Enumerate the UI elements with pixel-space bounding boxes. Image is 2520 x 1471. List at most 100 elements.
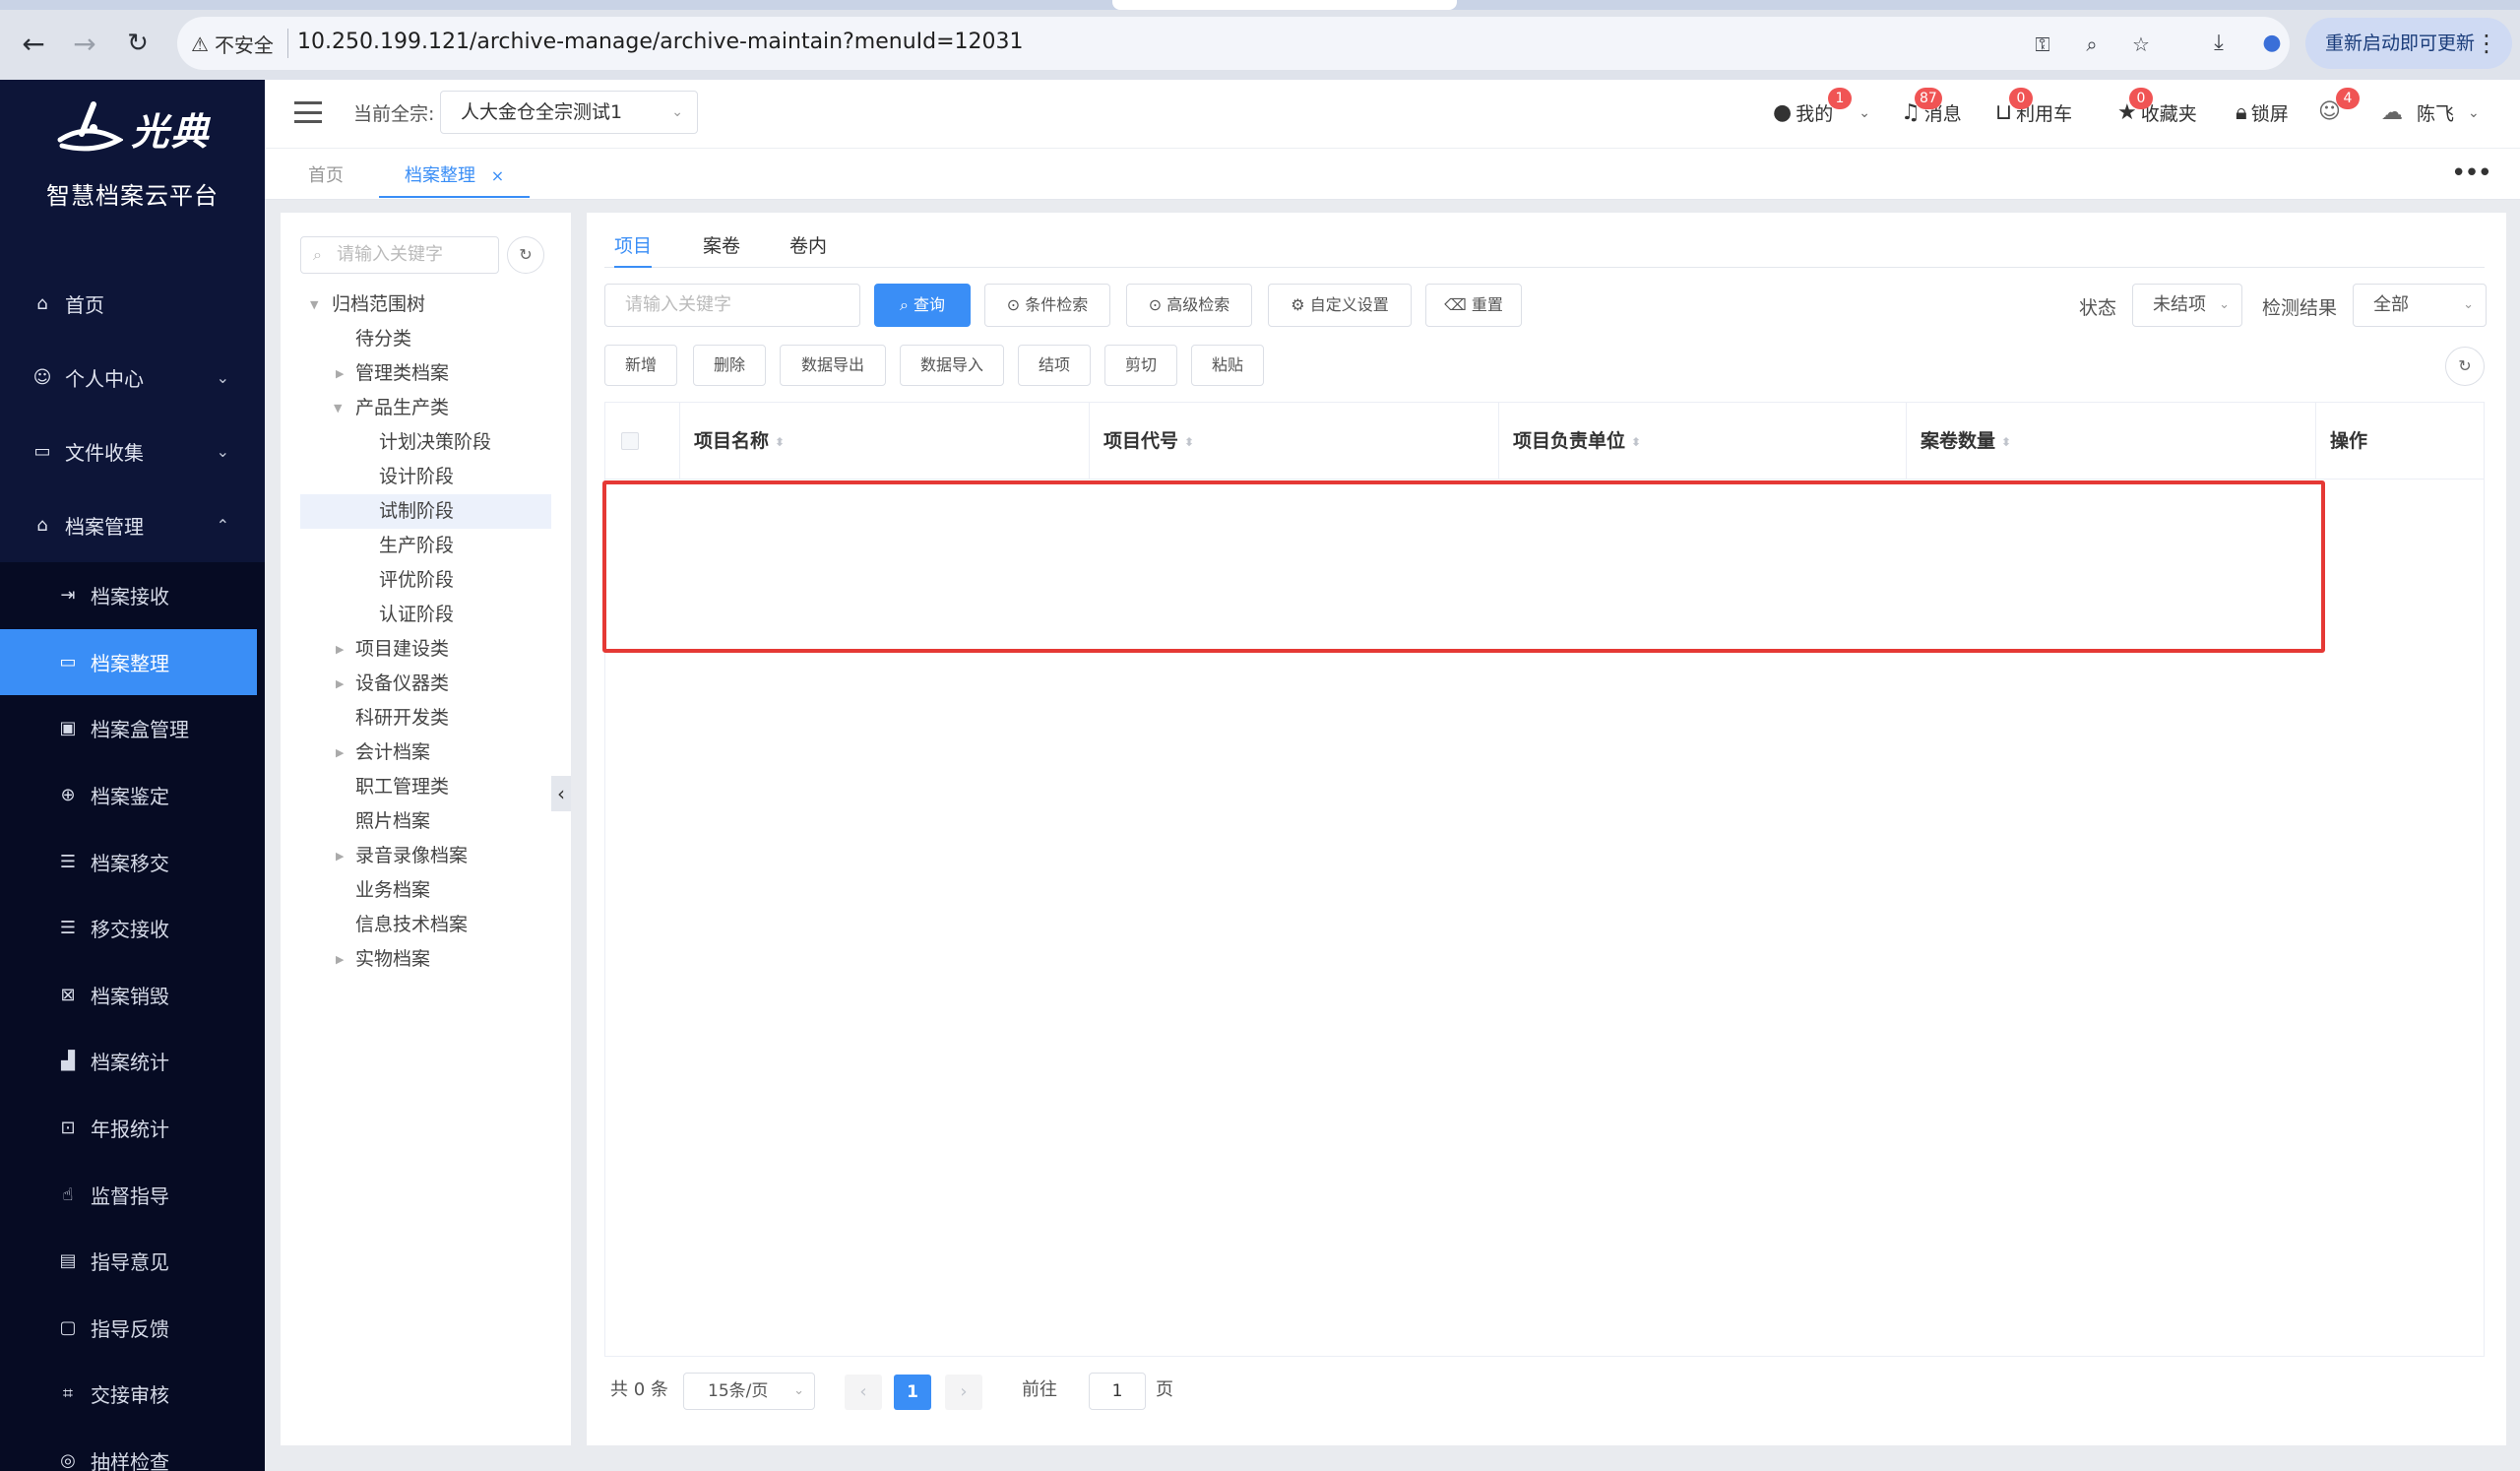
zoom-icon[interactable]: ⌕ [2079,32,2105,56]
sidebar-item-transfer[interactable]: ☰ 档案移交 [0,828,265,895]
star-icon[interactable]: ☆ [2128,32,2154,56]
cut-button[interactable]: 剪切 [1104,345,1177,386]
tree-node-selected[interactable]: 试制阶段 [300,494,551,529]
sort-icon[interactable]: ⬍ [1184,435,1194,449]
sort-icon[interactable]: ⬍ [775,435,785,449]
caret-right-icon[interactable]: ▶ [336,839,344,873]
profile-icon[interactable]: ● [2254,26,2290,61]
tree-search-input[interactable]: ⌕ 请输入关键字 [300,236,499,274]
column-volume-count[interactable]: 案卷数量 ⬍ [1907,403,2316,480]
refresh-icon[interactable]: ↻ [507,236,544,274]
delete-button[interactable]: 删除 [693,345,766,386]
sidebar-item-statistics[interactable]: ▟ 档案统计 [0,1028,265,1095]
tree-node[interactable]: 认证阶段 [300,598,551,632]
sidebar-item-transfer-receive[interactable]: ☰ 移交接收 [0,895,265,962]
key-icon[interactable]: ⚿ [2030,32,2055,56]
online-users[interactable]: ☺ 4 [2318,88,2360,124]
sidebar-item-annual-report[interactable]: ⊡ 年报统计 [0,1095,265,1162]
favorites[interactable]: ★ 收藏夹 0 [2117,88,2197,126]
tree-node[interactable]: 评优阶段 [300,563,551,598]
sort-icon[interactable]: ⬍ [2001,435,2011,449]
caret-right-icon[interactable]: ▶ [336,942,344,977]
refresh-icon[interactable]: ↻ [2445,347,2485,386]
browser-tab[interactable] [1112,0,1457,10]
page-number-current[interactable]: 1 [894,1375,931,1410]
tree-node[interactable]: ▶ 实物档案 [300,942,551,977]
status-select[interactable]: 未结项 ⌄ [2132,284,2242,327]
advanced-search-button[interactable]: ⊙ 高级检索 [1126,284,1252,327]
url-text[interactable]: 10.250.199.121/archive-manage/archive-ma… [297,30,1024,54]
column-responsible-unit[interactable]: 项目负责单位 ⬍ [1499,403,1907,480]
caret-right-icon[interactable]: ▶ [336,736,344,770]
tree-node[interactable]: ▶ 录音录像档案 [300,839,551,873]
tree-node[interactable]: 设计阶段 [300,460,551,494]
sidebar-item-destroy[interactable]: ⊠ 档案销毁 [0,962,265,1029]
tree-node[interactable]: 待分类 [300,322,551,356]
more-horizontal-icon[interactable]: ••• [2451,159,2492,188]
add-button[interactable]: 新增 [604,345,677,386]
caret-right-icon[interactable]: ▶ [336,356,344,391]
tree-node[interactable]: 生产阶段 [300,529,551,563]
reload-icon[interactable]: ↻ [120,26,156,61]
sidebar-item-sampling[interactable]: ◎ 抽样检查 [0,1428,265,1471]
page-size-select[interactable]: 15条/页 ⌄ [683,1373,815,1410]
result-select[interactable]: 全部 ⌄ [2353,284,2487,327]
tab-volume[interactable]: 案卷 [703,226,740,268]
sidebar-item-supervision[interactable]: ☝ 监督指导 [0,1161,265,1228]
keyword-input[interactable]: 请输入关键字 [604,284,860,327]
select-all-checkbox[interactable] [621,432,639,450]
tree-node[interactable]: 信息技术档案 [300,908,551,942]
sidebar-item-guidance-opinion[interactable]: ▤ 指导意见 [0,1228,265,1295]
quanzong-select[interactable]: 人大金仓全宗测试1 ⌄ [440,91,698,134]
tree-node[interactable]: ▼ 归档范围树 [300,288,551,322]
caret-down-icon[interactable]: ▼ [334,391,342,425]
sort-icon[interactable]: ⬍ [1631,435,1641,449]
reset-button[interactable]: ⌫ 重置 [1425,284,1522,327]
sidebar-item-archive-receive[interactable]: ⇥ 档案接收 [0,562,265,629]
update-button[interactable]: 重新启动即可更新 ⋮ [2305,18,2512,69]
messages[interactable]: ♫ 消息 87 [1901,88,1962,126]
sidebar-item-archive-management[interactable]: ⌂ 档案管理 ⌃ [0,488,265,562]
tree-node[interactable]: ▶ 项目建设类 [300,632,551,667]
tree-node[interactable]: 科研开发类 [300,701,551,736]
sidebar-item-file-collection[interactable]: ▭ 文件收集 ⌄ [0,415,265,488]
export-button[interactable]: 数据导出 [780,345,886,386]
close-icon[interactable]: × [491,166,504,185]
back-icon[interactable]: ← [16,26,51,61]
prev-page-icon[interactable]: ‹ [845,1375,882,1410]
user-menu[interactable]: ☁ 陈飞 ⌄ [2381,99,2480,126]
collapse-panel-icon[interactable]: ‹ [551,776,571,811]
forward-icon[interactable]: → [67,26,102,61]
query-button[interactable]: ⌕ 查询 [874,284,971,327]
usage-cart[interactable]: ⊔ 利用车 0 [1995,88,2072,126]
tree-node[interactable]: ▶ 管理类档案 [300,356,551,391]
sidebar-item-personal[interactable]: ☺ 个人中心 ⌄ [0,341,265,415]
tab-home[interactable]: 首页 [308,159,344,198]
paste-button[interactable]: 粘贴 [1191,345,1264,386]
column-project-name[interactable]: 项目名称 ⬍ [680,403,1090,480]
sidebar-item-handover-review[interactable]: ⌗ 交接审核 [0,1361,265,1428]
sidebar-item-guidance-feedback[interactable]: ▢ 指导反馈 [0,1295,265,1362]
tree-node[interactable]: 照片档案 [300,804,551,839]
condition-search-button[interactable]: ⊙ 条件检索 [984,284,1110,327]
tree-node[interactable]: 业务档案 [300,873,551,908]
tab-archive-organize[interactable]: 档案整理 × [379,159,531,198]
my-menu[interactable]: ● 我的 1 ⌄ [1773,88,1870,126]
caret-right-icon[interactable]: ▶ [336,632,344,667]
next-page-icon[interactable]: › [945,1375,982,1410]
sidebar-item-box-management[interactable]: ▣ 档案盒管理 [0,695,265,762]
address-bar[interactable]: ⚠ 不安全 10.250.199.121/archive-manage/arch… [177,17,2290,70]
download-icon[interactable]: ⤓ [2201,26,2236,61]
import-button[interactable]: 数据导入 [900,345,1004,386]
tab-item[interactable]: 卷内 [789,226,827,268]
tree-node[interactable]: ▶ 设备仪器类 [300,667,551,701]
sidebar-item-archive-organize[interactable]: ▭ 档案整理 [0,628,257,696]
column-project-code[interactable]: 项目代号 ⬍ [1090,403,1499,480]
tab-project[interactable]: 项目 [614,226,653,268]
tree-node[interactable]: ▼ 产品生产类 [300,391,551,425]
tree-node[interactable]: 职工管理类 [300,770,551,804]
tree-node[interactable]: ▶ 会计档案 [300,736,551,770]
custom-settings-button[interactable]: ⚙ 自定义设置 [1268,284,1412,327]
caret-right-icon[interactable]: ▶ [336,667,344,701]
close-project-button[interactable]: 结项 [1018,345,1091,386]
